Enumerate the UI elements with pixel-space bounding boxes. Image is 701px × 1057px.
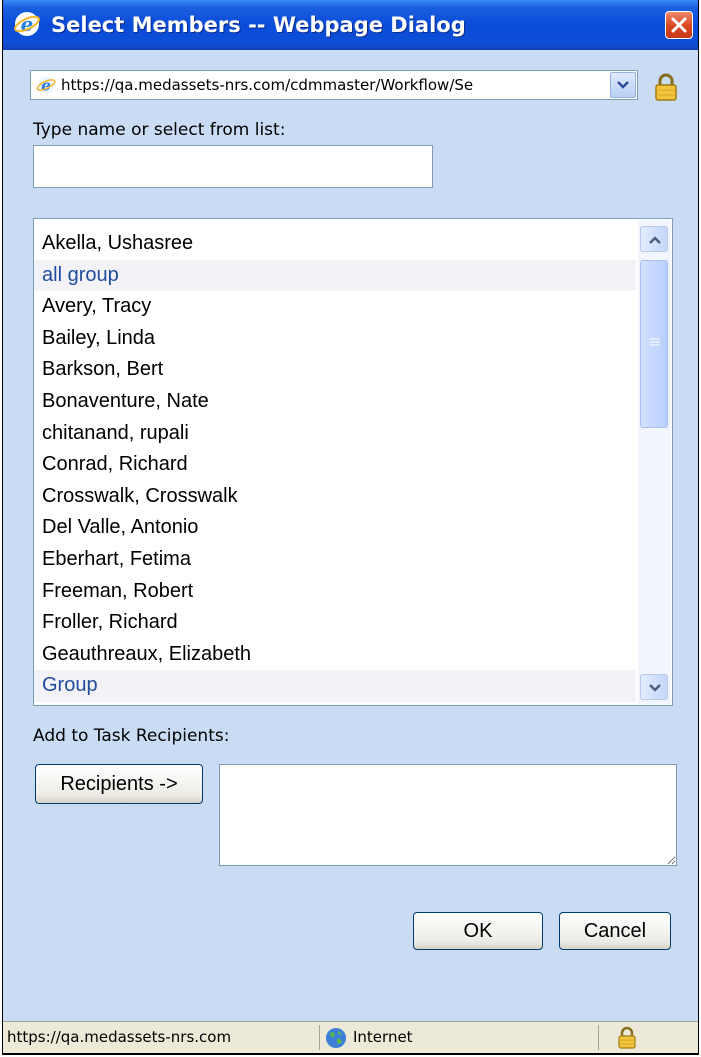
scroll-down-button[interactable] xyxy=(640,674,668,700)
security-zone: Internet xyxy=(353,1028,413,1046)
list-item[interactable]: Freeman, Robert xyxy=(34,576,636,608)
address-url: https://qa.medassets-nrs.com/cdmmaster/W… xyxy=(61,76,474,94)
members-list-items: Akella, Ushasree all group Avery, Tracy Bai… xyxy=(34,228,636,702)
list-item[interactable]: Del Valle, Antonio xyxy=(34,512,636,544)
name-search-input[interactable] xyxy=(33,145,433,188)
lock-icon[interactable] xyxy=(615,1026,639,1050)
list-item[interactable]: Geauthreaux, Elizabeth xyxy=(34,639,636,671)
list-item[interactable]: Conrad, Richard xyxy=(34,449,636,481)
status-divider xyxy=(598,1025,599,1050)
address-field[interactable]: e https://qa.medassets-nrs.com/cdmmaster… xyxy=(30,70,638,100)
svg-text:e: e xyxy=(21,12,34,36)
list-item[interactable]: Barkson, Bert xyxy=(34,354,636,386)
list-item[interactable]: Avery, Tracy xyxy=(34,291,636,323)
ie-icon: e xyxy=(36,77,56,95)
list-item[interactable]: Bailey, Linda xyxy=(34,323,636,355)
recipients-label: Add to Task Recipients: xyxy=(33,726,230,746)
search-label: Type name or select from list: xyxy=(33,120,286,140)
window-title: Select Members -- Webpage Dialog xyxy=(51,13,466,37)
scroll-thumb[interactable] xyxy=(640,260,668,428)
list-item[interactable]: all group xyxy=(34,259,636,292)
title-bar[interactable]: e Select Members -- Webpage Dialog xyxy=(3,0,698,50)
members-listbox[interactable]: Akella, Ushasree all group Avery, Tracy Bai… xyxy=(33,218,673,706)
chevron-down-icon xyxy=(617,81,629,89)
close-button[interactable] xyxy=(665,11,693,39)
status-url: https://qa.medassets-nrs.com xyxy=(7,1028,232,1046)
grip-icon xyxy=(650,338,660,346)
lock-icon[interactable] xyxy=(651,72,681,102)
svg-text:e: e xyxy=(41,77,51,95)
list-item[interactable]: Group xyxy=(34,670,636,702)
ok-button[interactable]: OK xyxy=(413,912,543,950)
list-item[interactable]: Froller, Richard xyxy=(34,607,636,639)
scroll-up-button[interactable] xyxy=(640,226,668,252)
list-item[interactable]: Bonaventure, Nate xyxy=(34,386,636,418)
address-dropdown-button[interactable] xyxy=(610,72,636,98)
recipients-button[interactable]: Recipients -> xyxy=(35,764,203,804)
recipients-textarea[interactable] xyxy=(219,764,677,866)
list-item[interactable]: Akella, Ushasree xyxy=(34,228,636,260)
chevron-up-icon xyxy=(649,236,661,244)
dialog-window: e Select Members -- Webpage Dialog e htt… xyxy=(2,0,699,1055)
chevron-down-icon xyxy=(649,684,661,692)
list-item[interactable]: chitanand, rupali xyxy=(34,418,636,450)
list-item[interactable]: Eberhart, Fetima xyxy=(34,544,636,576)
status-divider xyxy=(319,1025,320,1050)
globe-icon xyxy=(326,1028,346,1048)
cancel-button[interactable]: Cancel xyxy=(559,912,671,950)
list-item[interactable]: Crosswalk, Crosswalk xyxy=(34,481,636,513)
list-scrollbar[interactable] xyxy=(638,220,671,704)
ie-icon: e xyxy=(14,12,40,36)
status-bar: https://qa.medassets-nrs.com Internet xyxy=(3,1021,698,1053)
close-icon xyxy=(671,17,687,33)
